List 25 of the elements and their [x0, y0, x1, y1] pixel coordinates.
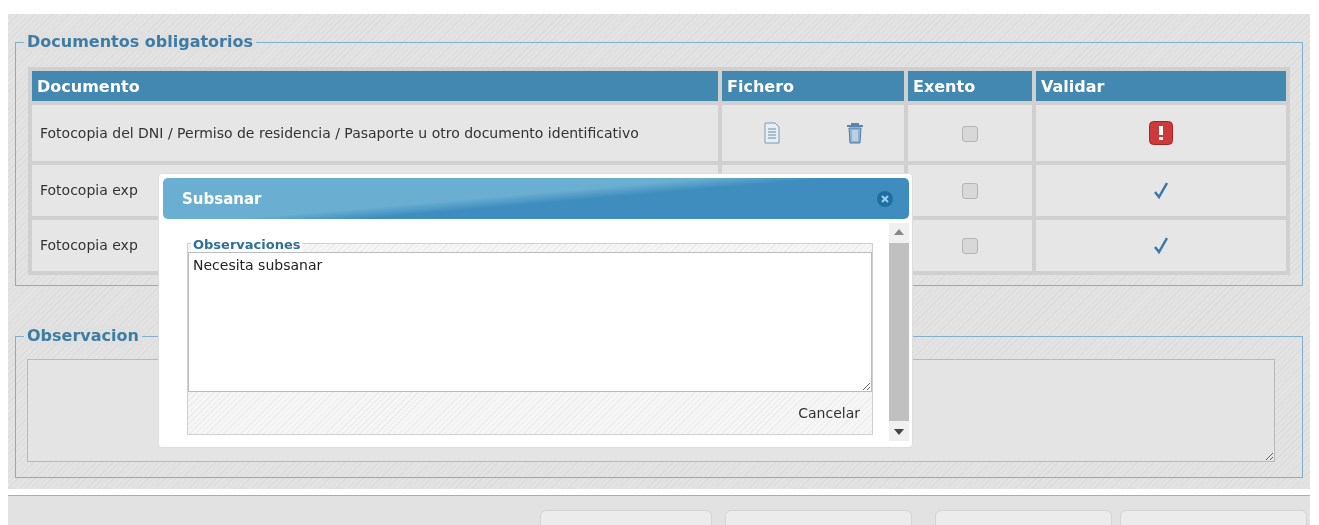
fieldset-legend: Observacion	[24, 326, 142, 345]
document-name: Fotocopia exp	[40, 182, 138, 198]
close-icon[interactable]	[877, 190, 893, 207]
column-header: Exento	[908, 71, 1032, 101]
column-header: Validar	[1036, 71, 1286, 101]
document-name: Fotocopia exp	[40, 237, 138, 253]
column-header: Fichero	[722, 71, 904, 101]
scrollbar[interactable]	[889, 223, 909, 441]
trash-icon[interactable]	[845, 122, 864, 144]
document-icon[interactable]	[762, 122, 781, 144]
fieldset-legend: Documentos obligatorios	[24, 32, 256, 51]
scroll-down-icon[interactable]	[894, 429, 904, 435]
checkbox[interactable]	[962, 125, 978, 142]
checkmark-icon[interactable]	[1154, 182, 1168, 200]
checkbox[interactable]	[962, 183, 978, 199]
checkbox[interactable]	[962, 238, 978, 254]
column-header: Documento	[32, 71, 718, 101]
fieldset-legend: Observaciones	[191, 238, 303, 252]
error-icon[interactable]	[1149, 121, 1173, 145]
observations-field[interactable]: Necesita subsanar	[188, 252, 872, 392]
document-name: Fotocopia del DNI / Permiso de residencia / Pasaporte u otro documento identificativo	[40, 124, 640, 142]
scroll-up-icon[interactable]	[894, 229, 904, 235]
dialog-title: Subsanar	[182, 189, 262, 208]
checkmark-icon[interactable]	[1154, 237, 1168, 255]
cancel-button[interactable]: Cancelar	[796, 403, 862, 423]
